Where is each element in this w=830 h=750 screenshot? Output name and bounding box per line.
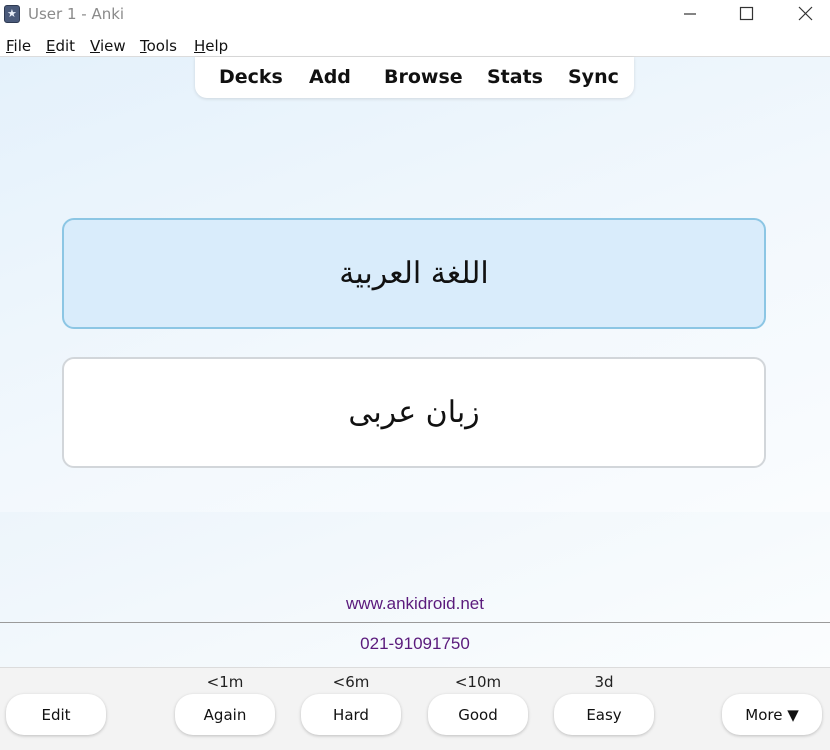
menu-view-label: iew [99,37,126,55]
menu-file-label: ile [13,37,32,55]
menu-file-mnemonic: F [6,37,14,55]
menu-edit-label: dit [55,37,76,55]
divider [0,622,830,623]
menu-help[interactable]: Help [194,37,228,55]
easy-button[interactable]: Easy [554,694,654,735]
minimize-icon [684,13,696,15]
interval-easy: 3d [594,673,614,691]
answer-bar: Edit <1m Again <6m Hard <10m Good 3d Eas… [0,667,830,750]
nav-stats[interactable]: Stats [487,66,543,88]
menu-view[interactable]: View [90,37,126,55]
interval-hard: <6m [332,673,370,691]
nav-sync[interactable]: Sync [568,66,619,88]
title-bar: User 1 - Anki [0,0,830,30]
top-navigation: Decks Add Browse Stats Sync [195,57,634,98]
close-icon [798,6,813,21]
menu-edit[interactable]: Edit [46,37,75,55]
maximize-icon [739,6,754,21]
website-link[interactable]: www.ankidroid.net [0,594,830,614]
card-back: زبان عربی [62,357,766,468]
menu-tools-label: ools [146,37,177,55]
menu-help-mnemonic: H [194,37,206,55]
phone-number: 021-91091750 [360,634,470,653]
interval-good: <10m [454,673,502,691]
card-front: اللغة العربية [62,218,766,329]
minimize-button[interactable] [667,0,713,30]
interval-again: <1m [206,673,244,691]
hard-button[interactable]: Hard [301,694,401,735]
close-button[interactable] [782,0,828,30]
nav-decks[interactable]: Decks [219,66,283,88]
menu-bar: File Edit View Tools Help [0,33,830,57]
menu-view-mnemonic: V [90,37,100,55]
nav-browse[interactable]: Browse [384,66,463,88]
menu-tools[interactable]: Tools [140,37,177,55]
window-title: User 1 - Anki [28,5,125,23]
anki-star-icon [4,5,20,23]
menu-help-label: elp [205,37,229,55]
edit-button[interactable]: Edit [6,694,106,735]
again-button[interactable]: Again [175,694,275,735]
more-button[interactable]: More ▼ [722,694,822,735]
card-back-text: زبان عربی [348,395,480,430]
maximize-button[interactable] [723,0,769,30]
menu-tools-mnemonic: T [140,37,147,55]
nav-add[interactable]: Add [309,66,351,88]
menu-file[interactable]: File [6,37,31,55]
review-area: Decks Add Browse Stats Sync اللغة العربي… [0,57,830,512]
good-button[interactable]: Good [428,694,528,735]
card-front-text: اللغة العربية [339,256,489,291]
info-area: www.ankidroid.net 021-91091750 [0,512,830,667]
